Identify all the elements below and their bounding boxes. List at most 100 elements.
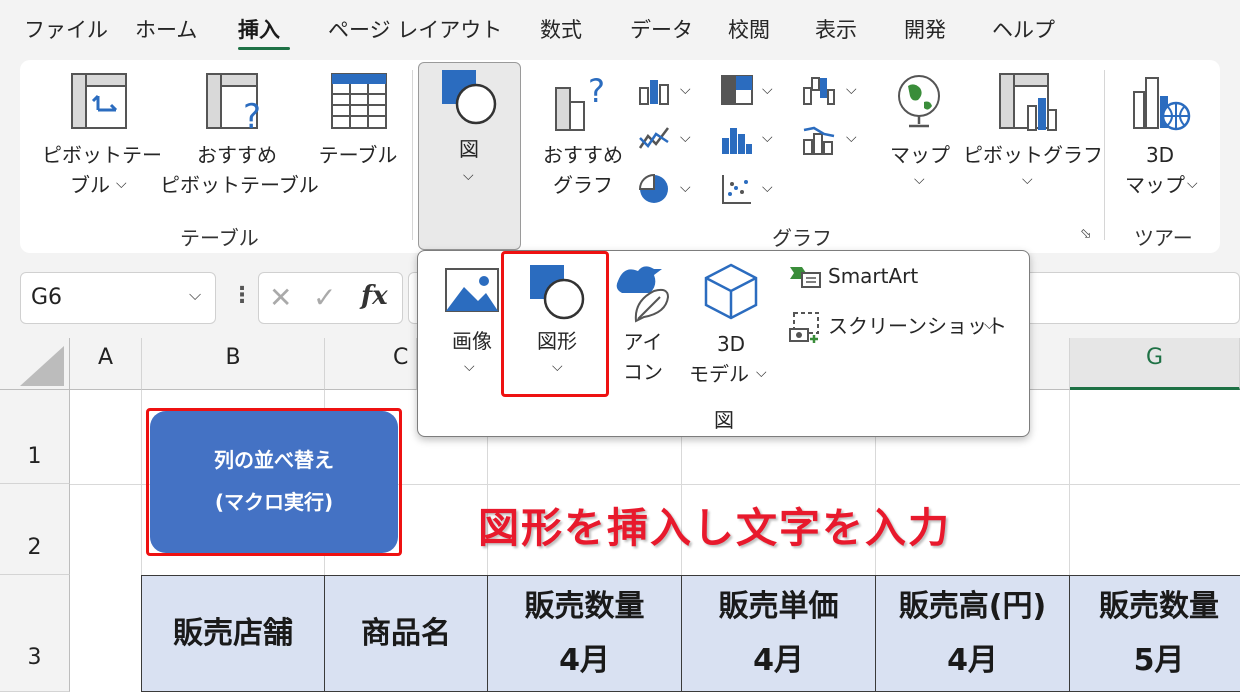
map-label: マップ: [890, 143, 950, 167]
hierarchy-chart-icon[interactable]: [720, 74, 754, 106]
select-all-corner[interactable]: [0, 338, 70, 390]
chevron-down-icon: ⌵: [914, 172, 925, 188]
chevron-down-icon[interactable]: ⌵: [762, 82, 773, 98]
column-header-c[interactable]: C: [325, 338, 417, 390]
dialog-launcher-icon[interactable]: ⬂: [1080, 226, 1092, 242]
tab-data[interactable]: データ: [630, 14, 693, 44]
pie-chart-icon[interactable]: [638, 172, 672, 206]
map3d-label-1: 3D: [1145, 143, 1175, 167]
globe-icon: [898, 75, 940, 128]
icons-label-1: アイ: [623, 330, 663, 354]
chevron-down-icon[interactable]: ⌵: [846, 130, 857, 146]
header-cell-line2: 4月: [753, 642, 804, 678]
header-cell-line1: 販売数量: [1099, 588, 1219, 624]
tab-page-layout[interactable]: ページ レイアウト: [328, 14, 502, 44]
chevron-down-icon: ⌵: [1022, 172, 1033, 188]
chevron-down-icon: ⌵: [464, 359, 475, 375]
chart-group-label: グラフ: [772, 226, 832, 250]
shapes-highlight-box: [501, 251, 609, 397]
header-cell-line1: 商品名: [361, 615, 451, 651]
chevron-down-icon[interactable]: ⌵: [762, 180, 773, 196]
tour-group-label: ツアー: [1134, 226, 1193, 250]
header-cell[interactable]: 販売店舗: [141, 575, 325, 692]
chevron-down-icon[interactable]: ⌵: [189, 285, 201, 305]
scatter-chart-icon[interactable]: [720, 172, 754, 206]
table-group-label: テーブル: [180, 226, 259, 250]
pivot-table-label-2: ブル: [70, 173, 110, 197]
pivot-table-icon: [71, 73, 127, 129]
combo-chart-icon[interactable]: [802, 124, 836, 156]
illustrations-label: 図: [459, 137, 479, 161]
column-header-g[interactable]: G: [1070, 338, 1240, 390]
column-header-a[interactable]: A: [70, 338, 142, 390]
header-cell-line2: 4月: [947, 642, 998, 678]
header-cell[interactable]: 商品名: [324, 575, 488, 692]
macro-highlight-box: [146, 408, 402, 556]
tab-formulas[interactable]: 数式: [540, 14, 582, 44]
screenshot-label: スクリーンショット: [828, 314, 1007, 338]
cancel-icon[interactable]: ✕: [269, 281, 292, 314]
name-box-value: G6: [31, 285, 63, 310]
name-box[interactable]: G6 ⌵: [20, 272, 216, 324]
row-header-3[interactable]: 3: [0, 575, 70, 692]
formula-buttons: ✕ ✓ fx: [258, 272, 403, 324]
header-cell-line1: 販売店舗: [173, 615, 293, 651]
chevron-down-icon: ⌵: [756, 365, 767, 381]
row-header-1[interactable]: 1: [0, 390, 70, 484]
tab-home[interactable]: ホーム: [135, 14, 197, 44]
tab-insert[interactable]: 挿入: [238, 14, 280, 44]
more-options-icon[interactable]: ⋮: [231, 283, 253, 308]
column-chart-icon[interactable]: [638, 76, 672, 106]
tab-file[interactable]: ファイル: [24, 14, 108, 44]
icons-icon: [616, 266, 670, 323]
pictures-label: 画像: [452, 329, 492, 353]
pivot-chart-icon: [999, 73, 1057, 131]
screenshot-icon: [789, 312, 819, 343]
gridline: [141, 390, 142, 575]
annotation-text: 図形を挿入し文字を入力: [478, 504, 951, 552]
chevron-down-icon[interactable]: ⌵: [762, 130, 773, 146]
chevron-down-icon[interactable]: ⌵: [846, 82, 857, 98]
ribbon-separator: [412, 70, 413, 240]
chevron-down-icon[interactable]: ⌵: [680, 82, 691, 98]
recommended-chart-label-1: おすすめ: [543, 143, 623, 167]
tab-view[interactable]: 表示: [815, 14, 857, 44]
select-all-triangle-icon: [20, 346, 64, 386]
waterfall-chart-icon[interactable]: [802, 74, 836, 106]
smartart-icon: [790, 267, 821, 288]
svg-text:?: ?: [588, 72, 605, 110]
smartart-label: SmartArt: [828, 264, 919, 288]
model3d-label-2: モデル: [689, 362, 749, 386]
gridline: [1069, 390, 1070, 575]
header-cell[interactable]: 販売数量 5月: [1069, 575, 1240, 692]
header-cell-line2: 5月: [1133, 642, 1185, 678]
header-cell-line2: 4月: [559, 642, 610, 678]
row-header-2[interactable]: 2: [0, 484, 70, 575]
chevron-down-icon: ⌵: [984, 317, 995, 333]
line-chart-icon[interactable]: [638, 124, 672, 154]
dropdown-group-label: 図: [714, 408, 734, 432]
chevron-down-icon: ⌵: [463, 168, 474, 184]
chevron-down-icon: ⌵: [116, 176, 127, 192]
header-cell[interactable]: 販売数量 4月: [487, 575, 682, 692]
tab-help[interactable]: ヘルプ: [992, 14, 1055, 44]
recommended-chart-icon: ?: [555, 72, 605, 131]
tab-review[interactable]: 校閲: [728, 14, 770, 44]
column-header-b[interactable]: B: [142, 338, 325, 390]
model3d-label-1: 3D: [716, 332, 746, 356]
svg-text:?: ?: [243, 97, 261, 134]
chevron-down-icon[interactable]: ⌵: [680, 180, 691, 196]
active-tab-underline: [238, 47, 290, 50]
header-cell[interactable]: 販売高(円) 4月: [875, 575, 1070, 692]
chevron-down-icon[interactable]: ⌵: [680, 130, 691, 146]
picture-icon: [445, 268, 499, 312]
enter-icon[interactable]: ✓: [313, 281, 336, 314]
header-cell[interactable]: 販売単価 4月: [681, 575, 876, 692]
recommended-pivot-icon: ?: [206, 73, 261, 134]
statistic-chart-icon[interactable]: [720, 124, 754, 156]
tab-developer[interactable]: 開発: [904, 14, 946, 44]
table-label: テーブル: [318, 143, 398, 167]
chevron-down-icon: ⌵: [1187, 176, 1198, 192]
fx-icon[interactable]: fx: [361, 281, 388, 311]
map3d-icon: [1133, 77, 1191, 131]
